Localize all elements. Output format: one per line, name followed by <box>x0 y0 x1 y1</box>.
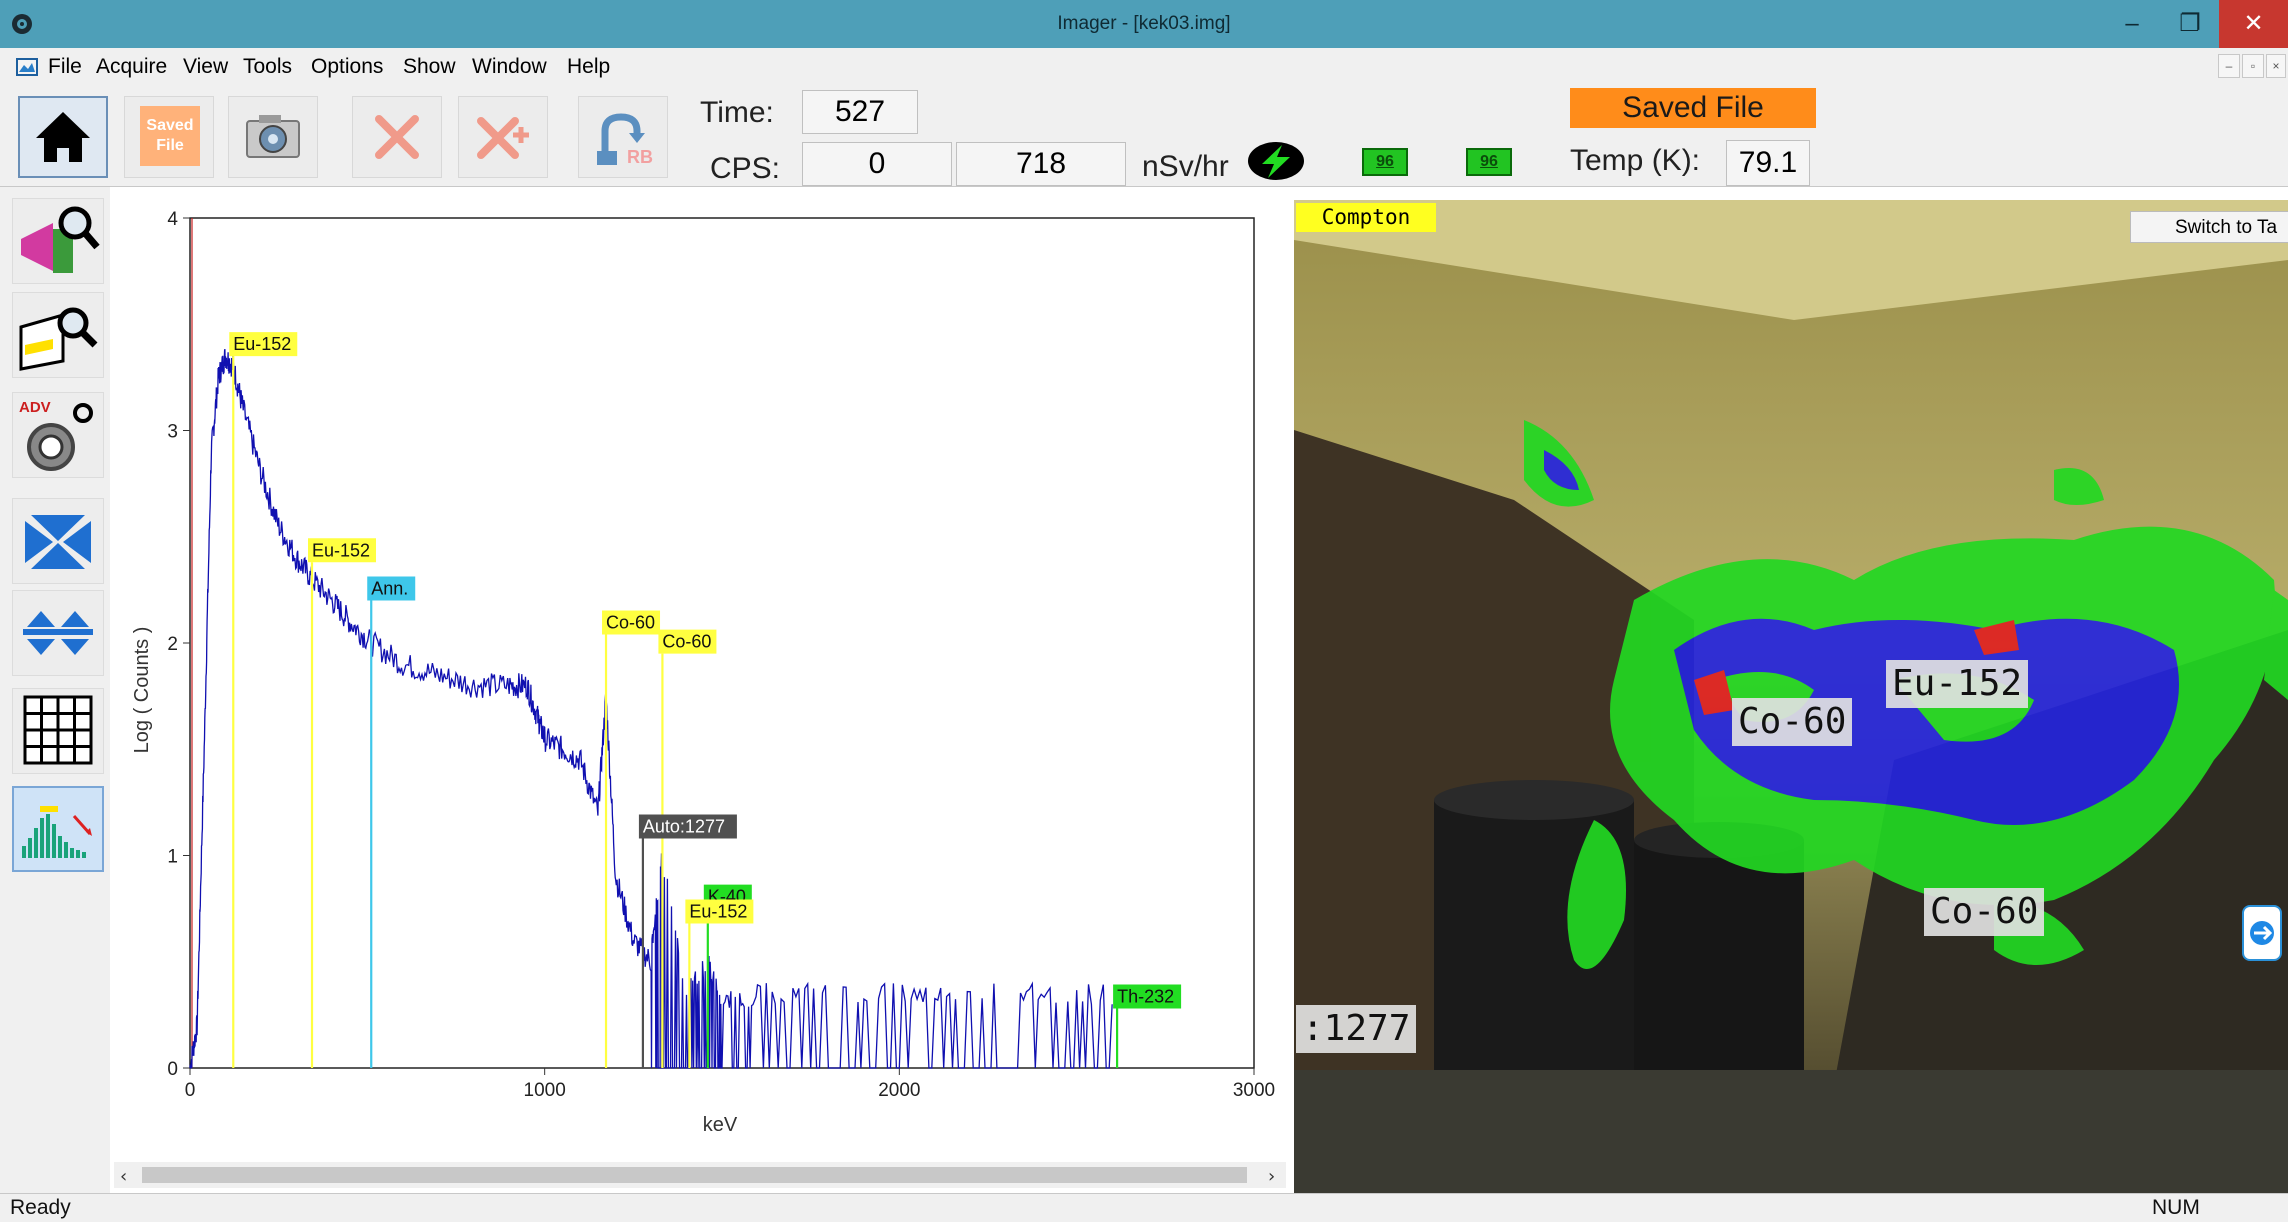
source-label-co60-right: Co-60 <box>1924 888 2045 936</box>
spectrum-peak-icon <box>22 806 92 858</box>
window-title: Imager - [kek03.img] <box>1057 13 1231 34</box>
dose-rate-value: 718 <box>956 142 1126 186</box>
source-search-button[interactable] <box>12 198 104 284</box>
scroll-right-icon[interactable]: › <box>1268 1166 1275 1187</box>
delete-button[interactable] <box>352 96 442 178</box>
camera-button[interactable] <box>228 96 318 178</box>
delete-x-icon <box>375 115 419 159</box>
y-tick-label: 4 <box>167 209 178 230</box>
region-search-button[interactable] <box>12 292 104 378</box>
x-tick-label: 2000 <box>878 1080 920 1101</box>
peak-label[interactable]: Eu-152 <box>233 334 291 354</box>
y-tick-label: 3 <box>167 422 178 443</box>
mdi-minimize-button[interactable]: – <box>2218 54 2240 78</box>
power-lightning-icon <box>1248 142 1304 180</box>
peak-label[interactable]: Eu-152 <box>689 902 747 922</box>
y-tick-label: 0 <box>167 1059 178 1080</box>
menu-show[interactable]: Show <box>403 48 456 86</box>
menu-file[interactable]: File <box>48 48 82 86</box>
close-button[interactable]: ✕ <box>2219 0 2288 48</box>
arrows-expand-icon <box>23 611 93 655</box>
menu-acquire[interactable]: Acquire <box>96 48 167 86</box>
rollback-icon <box>597 113 645 165</box>
spectrum-panel: Log ( Counts ) keV ‹ › 0 1000 2000 3000 0 1 2 3… <box>112 190 1290 1193</box>
x-axis-label: keV <box>703 1114 738 1136</box>
time-label: Time: <box>700 96 774 129</box>
status-bar <box>0 1193 2288 1222</box>
cps-value: 0 <box>802 142 952 186</box>
peak-label[interactable]: Th-232 <box>1117 987 1174 1007</box>
advanced-settings-button[interactable]: ADV <box>12 392 104 478</box>
box-search-icon <box>19 307 98 371</box>
x-tick-label: 0 <box>185 1080 196 1101</box>
temp-value: 79.1 <box>1726 140 1810 186</box>
battery-indicator-1: 96 <box>1362 148 1408 176</box>
source-label-1277: :1277 <box>1296 1005 1417 1053</box>
menu-options[interactable]: Options <box>311 48 383 86</box>
source-label-eu152: Eu-152 <box>1886 660 2029 708</box>
num-lock-indicator: NUM <box>2152 1196 2200 1219</box>
rb-label: RB <box>627 147 653 167</box>
cps-label: CPS: <box>710 152 781 185</box>
zoom-fit-button[interactable] <box>12 498 104 584</box>
remote-support-icon[interactable] <box>2242 905 2282 961</box>
peak-label[interactable]: Co-60 <box>662 632 711 652</box>
scrollbar-thumb[interactable] <box>142 1167 1247 1183</box>
dose-unit-label: nSv/hr <box>1142 150 1229 183</box>
grid-icon <box>23 695 93 765</box>
peak-label[interactable]: Eu-152 <box>312 540 370 560</box>
saved-file-button[interactable]: Saved File <box>124 96 214 178</box>
compton-mode-tag: Compton <box>1296 203 1436 232</box>
document-icon <box>16 58 38 76</box>
home-button[interactable] <box>18 96 108 178</box>
delete-add-button[interactable] <box>458 96 548 178</box>
menu-tools[interactable]: Tools <box>243 48 292 86</box>
mdi-restore-button[interactable]: ▫ <box>2242 54 2264 78</box>
x-tick-label: 1000 <box>524 1080 566 1101</box>
y-tick-label: 2 <box>167 634 178 655</box>
peak-label[interactable]: Co-60 <box>606 613 655 633</box>
maximize-button[interactable]: ❐ <box>2161 0 2219 48</box>
saved-file-button-label: Saved File <box>140 106 200 166</box>
plot-area <box>189 217 1255 1069</box>
peak-label[interactable]: Auto:1277 <box>643 817 725 837</box>
adv-label: ADV <box>19 399 51 416</box>
saved-file-status-badge: Saved File <box>1570 88 1816 128</box>
scroll-left-icon[interactable]: ‹ <box>120 1166 127 1187</box>
compton-image-overlay <box>1294 200 2288 1193</box>
menu-help[interactable]: Help <box>567 48 610 86</box>
camera-view[interactable]: Co-60 Eu-152 Co-60 :1277 <box>1294 200 2288 1193</box>
delete-plus-icon <box>477 117 529 159</box>
arrows-inward-icon <box>25 515 91 569</box>
teamviewer-icon <box>2250 921 2274 945</box>
switch-view-button[interactable]: Switch to Ta <box>2130 211 2288 243</box>
minimize-button[interactable]: – <box>2103 0 2161 48</box>
detector-search-icon <box>21 206 100 273</box>
temp-label: Temp (K): <box>1570 144 1701 177</box>
peak-label[interactable]: Ann. <box>371 579 408 599</box>
menu-window[interactable]: Window <box>472 48 547 86</box>
x-tick-label: 3000 <box>1233 1080 1275 1101</box>
app-logo-icon <box>12 14 32 34</box>
y-tick-label: 1 <box>167 847 178 868</box>
time-value: 527 <box>802 90 918 134</box>
rollback-button[interactable]: RB <box>578 96 668 178</box>
source-label-co60-center: Co-60 <box>1732 698 1853 746</box>
y-axis-label: Log ( Counts ) <box>131 627 153 754</box>
zoom-expand-button[interactable] <box>12 590 104 676</box>
peak-id-button[interactable] <box>12 786 104 872</box>
menu-view[interactable]: View <box>183 48 228 86</box>
mdi-close-button[interactable]: × <box>2266 54 2286 78</box>
battery-indicator-2: 96 <box>1466 148 1512 176</box>
spectrum-chart[interactable]: Log ( Counts ) keV ‹ › 0 1000 2000 3000 0 1 2 3… <box>112 190 1290 1193</box>
home-icon <box>36 112 90 162</box>
grid-view-button[interactable] <box>12 688 104 774</box>
status-text: Ready <box>10 1196 71 1219</box>
camera-icon <box>246 115 300 158</box>
